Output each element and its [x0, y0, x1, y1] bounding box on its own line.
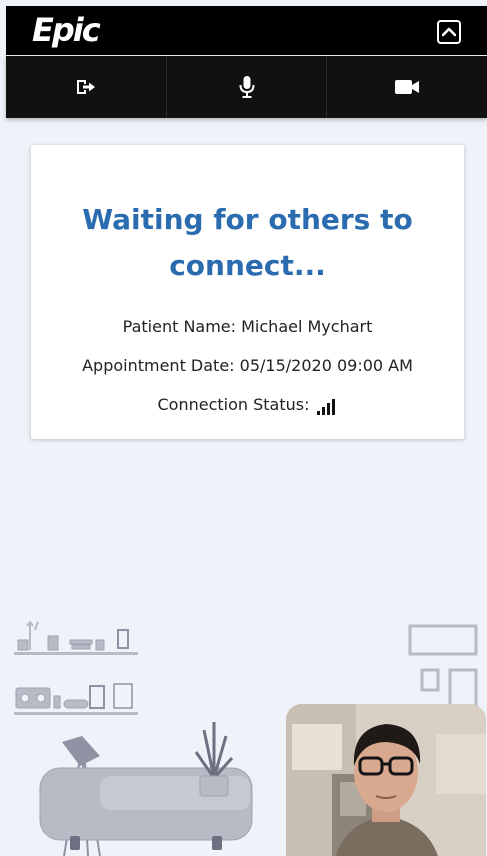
call-toolbar [6, 56, 487, 118]
waiting-card: Waiting for others to connect... Patient… [31, 145, 464, 439]
epic-logo: Epic [32, 11, 101, 49]
collapse-button[interactable] [437, 20, 461, 44]
connection-status-label: Connection Status: [157, 395, 310, 414]
signal-bars-icon [316, 399, 335, 415]
appointment-date-value: 05/15/2020 09:00 AM [239, 356, 413, 375]
top-bar: Epic [6, 6, 487, 55]
waiting-title: Waiting for others to connect... [82, 203, 413, 282]
chevron-up-icon [442, 27, 456, 37]
microphone-icon [239, 76, 254, 98]
patient-name-label: Patient Name: [122, 317, 237, 336]
appointment-date-label: Appointment Date: [82, 356, 235, 375]
video-camera-icon [395, 80, 420, 94]
self-video-preview[interactable] [286, 704, 486, 856]
exit-icon [76, 80, 95, 94]
leave-call-button[interactable] [6, 56, 167, 118]
self-video-feed [286, 704, 486, 856]
connection-status-row: Connection Status: [158, 395, 338, 415]
video-visit-screen: Epic Waiting for others to connect... Pa… [0, 0, 487, 856]
appointment-date-row: Appointment Date: 05/15/2020 09:00 AM [31, 356, 464, 376]
camera-button[interactable] [327, 56, 487, 118]
microphone-button[interactable] [167, 56, 328, 118]
patient-name-value: Michael Mychart [241, 317, 373, 336]
patient-name-row: Patient Name: Michael Mychart [31, 317, 464, 337]
